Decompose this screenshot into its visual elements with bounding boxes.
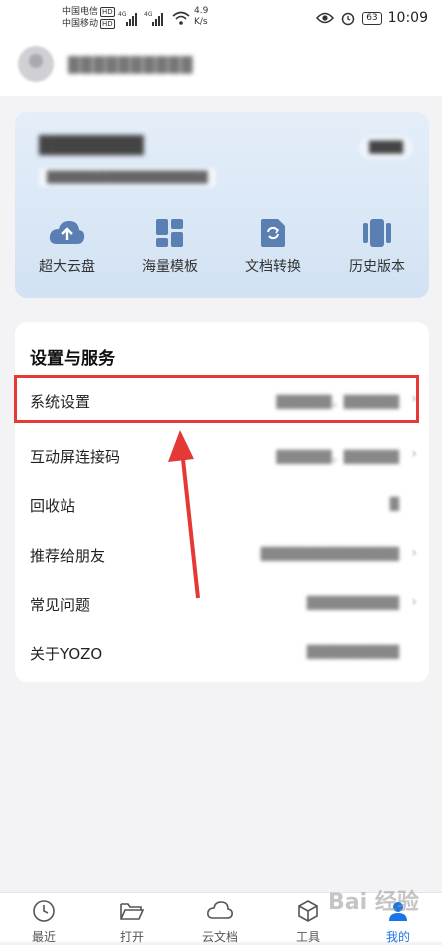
folder-icon [120,903,145,920]
row-label: 关于YOZO [30,645,103,663]
carrier-labels: 中国电信 HD 中国移动 HD [62,6,115,30]
settings-title: 设置与服务 [30,349,115,369]
network-speed: 4.9 K/s [194,6,209,27]
status-bar: 中国电信 HD 中国移动 HD 4G 4G 4.9 K/s 63 10:09 [0,0,442,40]
toolbox-icon [298,900,318,922]
row-value: ██████████ [306,645,399,659]
tab-label: 工具 [295,930,320,944]
feature-templates[interactable]: 海量模板 [130,218,210,276]
watermark: Bai 经验 [328,890,419,915]
annotation-arrow [168,430,200,599]
tab-cloud-docs[interactable]: 云文档 [190,899,250,945]
tab-label: 云文档 [201,930,238,944]
row-label: 常见问题 [30,596,91,614]
chevron-right-icon: › [411,446,417,462]
feature-label: 历史版本 [349,259,405,275]
tab-label: 打开 [119,930,144,944]
row-label: 互动屏连接码 [30,448,121,466]
row-screen-connect-code[interactable]: 互动屏连接码 ██████，██████ › [15,432,429,478]
row-value: ██████，██████ [276,450,399,464]
highlight-box [14,375,419,423]
carrier-1: 中国电信 [62,7,99,17]
row-value: ███████████████ [260,547,399,561]
clock-time: 10:09 [387,10,428,26]
profile-header[interactable]: ██████████ [0,40,442,96]
row-value: ██████████ [306,596,399,610]
hd-badge-1: HD [100,7,115,17]
user-name[interactable]: ██████████ [68,56,193,74]
tab-label: 最近 [31,930,56,944]
tab-recent[interactable]: 最近 [14,899,74,945]
feature-label: 海量模板 [142,259,198,275]
row-recommend-friend[interactable]: 推荐给朋友 ███████████████ › [15,531,429,577]
row-recycle-bin[interactable]: 回收站 █ [15,481,429,527]
vip-subtitle: ███████████████████ [39,168,216,187]
signal-icon: 4G 4G [118,11,163,26]
history-version-icon [363,219,391,247]
avatar[interactable] [18,46,54,82]
vip-title: ████████ [39,136,144,156]
eye-icon [316,12,335,24]
alarm-icon [341,12,355,26]
vip-button[interactable]: ████ [359,136,413,159]
chevron-right-icon: › [411,594,417,610]
battery-indicator: 63 [362,11,382,25]
cloud-icon [207,901,233,919]
svg-text:4G: 4G [144,11,153,18]
tab-open[interactable]: 打开 [102,899,162,945]
chevron-right-icon: › [411,545,417,561]
row-about[interactable]: 关于YOZO ██████████ [15,629,429,675]
vip-card[interactable]: ████████ ███████████████████ ████ 超大云盘 海… [15,112,429,298]
feature-cloud-storage[interactable]: 超大云盘 [27,218,107,276]
feature-doc-convert[interactable]: 文档转换 [233,218,313,276]
svg-text:4G: 4G [118,11,127,18]
carrier-2: 中国移动 [62,19,99,29]
hd-badge-2: HD [100,19,115,29]
template-grid-icon [156,219,183,247]
row-label: 推荐给朋友 [30,547,106,565]
feature-history-version[interactable]: 历史版本 [337,218,417,276]
feature-label: 文档转换 [245,259,301,275]
doc-convert-icon [261,219,285,247]
row-label: 回收站 [30,497,76,515]
cloud-upload-icon [49,221,85,244]
feature-label: 超大云盘 [39,259,95,275]
clock-icon [33,900,55,922]
row-faq[interactable]: 常见问题 ██████████ › [15,580,429,626]
tab-label: 我的 [385,930,410,944]
row-value: █ [389,497,399,511]
wifi-icon [172,11,190,25]
